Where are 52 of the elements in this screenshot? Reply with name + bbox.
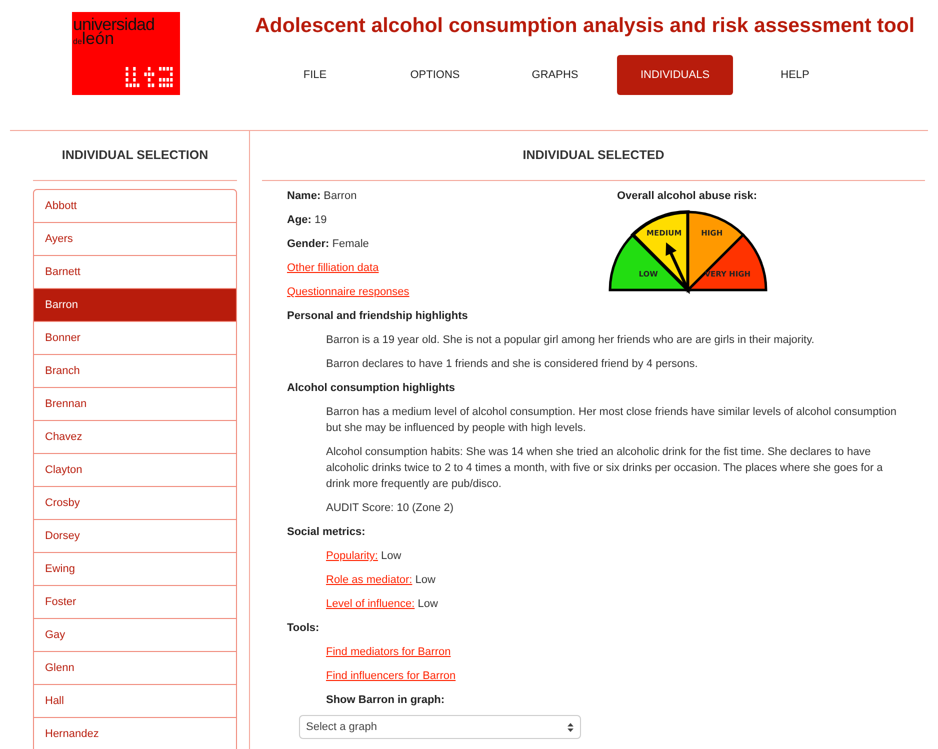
nav-tab[interactable]: OPTIONS <box>377 55 493 95</box>
metric-value: Low <box>381 550 402 562</box>
highlight-text: Alcohol consumption habits: She was 14 when she tried an alcoholic drink for the fist time. She declares to have alcoholic drinks twice to 2 to 4 times a month, with five or six drinks per occasion. The places where she goes for a drink more frequently are pub/disco. <box>326 445 884 492</box>
individual-item[interactable]: Chavez <box>34 420 236 453</box>
logo-text: deleón <box>73 30 114 47</box>
highlight-text: AUDIT Score: 10 (Zone 2) <box>326 501 455 516</box>
panel-heading: INDIVIDUAL SELECTED <box>262 130 925 181</box>
metric-value: Low <box>418 598 438 610</box>
individual-item[interactable]: Hall <box>34 684 236 717</box>
logo-text: universidad <box>73 16 154 33</box>
metric-value: Low <box>415 574 436 586</box>
metric-link[interactable]: Role as mediator: <box>326 574 412 586</box>
section-heading: Tools: <box>287 621 320 636</box>
individual-item[interactable]: Brennan <box>34 387 236 420</box>
tool-link[interactable]: Find influencers for Barron <box>326 670 456 682</box>
data-link[interactable]: Other filliation data <box>287 262 379 274</box>
select-arrows-icon <box>567 722 574 732</box>
section-heading: Personal and friendship highlights <box>287 309 469 324</box>
nav-tab[interactable]: INDIVIDUALS <box>617 55 733 95</box>
metric-link[interactable]: Level of influence: <box>326 598 415 610</box>
individual-item[interactable]: Branch <box>34 354 236 387</box>
field-text: Name: Barron <box>287 189 357 204</box>
tool-link[interactable]: Find mediators for Barron <box>326 646 451 658</box>
field-text: Age: 19 <box>287 213 327 228</box>
individual-item[interactable]: Glenn <box>34 651 236 684</box>
gauge-title: Overall alcohol abuse risk: <box>616 190 758 202</box>
field-text: Gender: Female <box>287 237 369 252</box>
individual-item[interactable]: Hernandez <box>34 717 236 749</box>
section-heading: Social metrics: <box>287 525 366 540</box>
individual-item[interactable]: Abbott <box>34 190 236 222</box>
individual-item[interactable]: Dorsey <box>34 519 236 552</box>
nav-tab[interactable]: FILE <box>257 55 373 95</box>
field-label: Show Barron in graph: <box>326 693 446 708</box>
individual-item[interactable]: Ewing <box>34 552 236 585</box>
graph-select[interactable]: Select a graph <box>299 715 581 739</box>
highlight-text: Barron is a 19 year old. She is not a popular girl among her friends who are are girls in their majority. <box>326 333 816 348</box>
individual-item[interactable]: Ayers <box>34 222 236 255</box>
highlight-text: Barron declares to have 1 friends and she is considered friend by 4 persons. <box>326 357 699 372</box>
metric-link[interactable]: Popularity: <box>326 550 378 562</box>
data-link[interactable]: Questionnaire responses <box>287 286 410 298</box>
panel-heading: INDIVIDUAL SELECTION <box>33 130 237 181</box>
app-title: Adolescent alcohol consumption analysis and risk assessment tool <box>255 14 915 38</box>
individual-item[interactable]: Foster <box>34 585 236 618</box>
individual-item[interactable]: Gay <box>34 618 236 651</box>
highlight-text: Barron has a medium level of alcohol consumption. Her most close friends have similar levels of alcohol consumption but she may be influenced by people with high levels. <box>326 405 898 436</box>
individual-item[interactable]: Clayton <box>34 453 236 486</box>
individual-item[interactable]: Barron <box>34 288 236 321</box>
section-heading: Alcohol consumption highlights <box>287 381 456 396</box>
nav-tab[interactable]: GRAPHS <box>497 55 613 95</box>
individual-item[interactable]: Crosby <box>34 486 236 519</box>
individual-item[interactable]: Bonner <box>34 321 236 354</box>
nav-tab[interactable]: HELP <box>737 55 853 95</box>
